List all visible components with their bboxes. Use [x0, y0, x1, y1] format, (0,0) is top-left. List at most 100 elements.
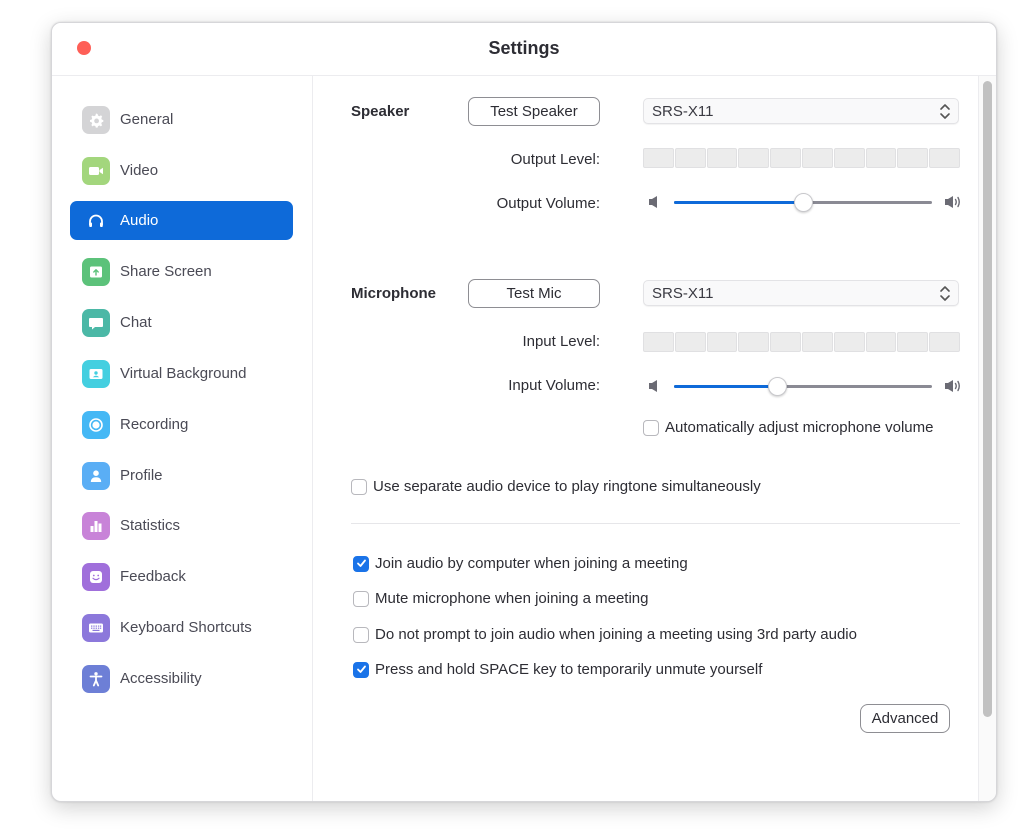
- volume-high-icon: [945, 380, 960, 392]
- sidebar: General Video Audio Share Screen Chat Virtual…: [52, 76, 313, 801]
- microphone-device-select[interactable]: SRS-X11: [643, 280, 959, 306]
- level-segment: [738, 332, 770, 352]
- mute-mic-on-join-checkbox[interactable]: [353, 590, 369, 607]
- sidebar-item-virtual-background[interactable]: Virtual Background: [70, 354, 293, 393]
- advanced-button[interactable]: Advanced: [860, 704, 950, 733]
- title-bar: Settings: [52, 23, 996, 76]
- join-audio-by-computer-checkbox-row[interactable]: Join audio by computer when joining a me…: [353, 555, 688, 572]
- level-segment: [897, 148, 929, 168]
- level-segment: [833, 148, 865, 168]
- select-chevron-icon: [940, 104, 950, 119]
- ringtone-device-checkbox[interactable]: [351, 478, 367, 495]
- accessibility-icon: [82, 664, 110, 693]
- level-segment: [738, 148, 770, 168]
- ringtone-device-checkbox-row[interactable]: Use separate audio device to play ringto…: [351, 478, 761, 495]
- sidebar-item-feedback[interactable]: Feedback: [70, 557, 293, 596]
- test-speaker-button[interactable]: Test Speaker: [468, 97, 600, 126]
- sidebar-item-label: Statistics: [120, 517, 181, 534]
- auto-adjust-mic-label: Automatically adjust microphone volume: [665, 419, 934, 436]
- output-volume-label: Output Volume:: [496, 195, 600, 212]
- output-volume-track[interactable]: [674, 193, 932, 212]
- sidebar-item-label: Share Screen: [120, 263, 212, 280]
- speaker-device-value: SRS-X11: [652, 102, 714, 120]
- sidebar-item-recording[interactable]: Recording: [70, 405, 293, 444]
- volume-low-icon: [649, 380, 657, 392]
- input-volume-slider[interactable]: [644, 376, 962, 396]
- hold-space-to-unmute-label: Press and hold SPACE key to temporarily …: [375, 661, 763, 678]
- input-level-label: Input Level:: [522, 333, 600, 350]
- scrollbar[interactable]: [978, 76, 996, 801]
- virtual-background-icon: [82, 359, 110, 388]
- output-volume-fill: [674, 201, 803, 204]
- hold-space-to-unmute-checkbox-row[interactable]: Press and hold SPACE key to temporarily …: [353, 661, 762, 678]
- sidebar-item-label: Keyboard Shortcuts: [120, 619, 252, 636]
- input-volume-track[interactable]: [674, 377, 932, 396]
- audio-settings-panel: Speaker Test Speaker SRS-X11 Output Leve…: [314, 76, 978, 801]
- level-segment: [801, 332, 833, 352]
- level-segment: [770, 332, 801, 352]
- mute-mic-on-join-label: Mute microphone when joining a meeting: [375, 590, 649, 607]
- hold-space-to-unmute-checkbox[interactable]: [353, 661, 369, 678]
- input-level-meter: [643, 332, 960, 352]
- sidebar-item-label: Feedback: [120, 568, 186, 585]
- smiley-icon: [82, 562, 110, 591]
- sidebar-item-general[interactable]: General: [70, 100, 293, 139]
- share-screen-icon: [82, 257, 110, 286]
- keyboard-icon: [82, 613, 110, 642]
- level-segment: [897, 332, 929, 352]
- settings-window: Settings General Video Audio Share Screen Ch…: [51, 22, 997, 802]
- sidebar-item-label: Video: [120, 162, 159, 179]
- microphone-device-value: SRS-X11: [652, 284, 714, 302]
- join-audio-by-computer-label: Join audio by computer when joining a me…: [375, 555, 688, 572]
- sidebar-item-profile[interactable]: Profile: [70, 456, 293, 495]
- speaker-device-select[interactable]: SRS-X11: [643, 98, 959, 124]
- level-segment: [706, 332, 738, 352]
- sidebar-item-statistics[interactable]: Statistics: [70, 506, 293, 545]
- headphones-icon: [82, 207, 110, 235]
- test-mic-button[interactable]: Test Mic: [468, 279, 600, 308]
- checkmark-icon: [356, 559, 366, 567]
- auto-adjust-mic-checkbox[interactable]: [643, 419, 659, 436]
- input-volume-label: Input Volume:: [508, 377, 600, 394]
- scrollbar-thumb[interactable]: [983, 81, 992, 717]
- input-volume-thumb[interactable]: [768, 377, 788, 396]
- chat-bubble-icon: [82, 308, 110, 337]
- auto-adjust-mic-checkbox-row[interactable]: Automatically adjust microphone volume: [643, 419, 933, 436]
- output-volume-slider[interactable]: [644, 192, 962, 212]
- checkmark-icon: [356, 665, 366, 673]
- level-segment: [865, 148, 897, 168]
- sidebar-item-video[interactable]: Video: [70, 151, 293, 190]
- select-chevron-icon: [940, 286, 950, 301]
- level-segment: [929, 148, 960, 168]
- sidebar-item-keyboard-shortcuts[interactable]: Keyboard Shortcuts: [70, 608, 293, 647]
- level-segment: [706, 148, 738, 168]
- ringtone-device-label: Use separate audio device to play ringto…: [373, 478, 761, 495]
- no-prompt-3rd-party-audio-checkbox[interactable]: [353, 626, 369, 643]
- sidebar-item-label: Audio: [120, 212, 159, 229]
- output-level-label: Output Level:: [510, 151, 600, 168]
- no-prompt-3rd-party-audio-checkbox-row[interactable]: Do not prompt to join audio when joining…: [353, 626, 857, 643]
- sidebar-item-audio[interactable]: Audio: [70, 201, 293, 240]
- gear-icon: [82, 105, 110, 134]
- sidebar-item-chat[interactable]: Chat: [70, 303, 293, 342]
- join-audio-by-computer-checkbox[interactable]: [353, 555, 369, 572]
- sidebar-item-share-screen[interactable]: Share Screen: [70, 252, 293, 291]
- input-volume-fill: [674, 385, 778, 388]
- person-icon: [82, 461, 110, 490]
- volume-low-icon: [649, 196, 657, 208]
- volume-high-icon: [945, 196, 960, 208]
- level-segment: [674, 332, 706, 352]
- no-prompt-3rd-party-audio-label: Do not prompt to join audio when joining…: [375, 626, 857, 643]
- sidebar-item-accessibility[interactable]: Accessibility: [70, 659, 293, 698]
- record-icon: [82, 410, 110, 439]
- level-segment: [801, 148, 833, 168]
- sidebar-item-label: Recording: [120, 416, 189, 433]
- level-segment: [929, 332, 960, 352]
- mute-mic-on-join-checkbox-row[interactable]: Mute microphone when joining a meeting: [353, 590, 649, 607]
- bar-chart-icon: [82, 511, 110, 540]
- level-segment: [674, 148, 706, 168]
- level-segment: [643, 332, 674, 352]
- sidebar-item-label: Profile: [120, 467, 163, 484]
- section-divider: [351, 523, 960, 524]
- output-volume-thumb[interactable]: [794, 193, 813, 212]
